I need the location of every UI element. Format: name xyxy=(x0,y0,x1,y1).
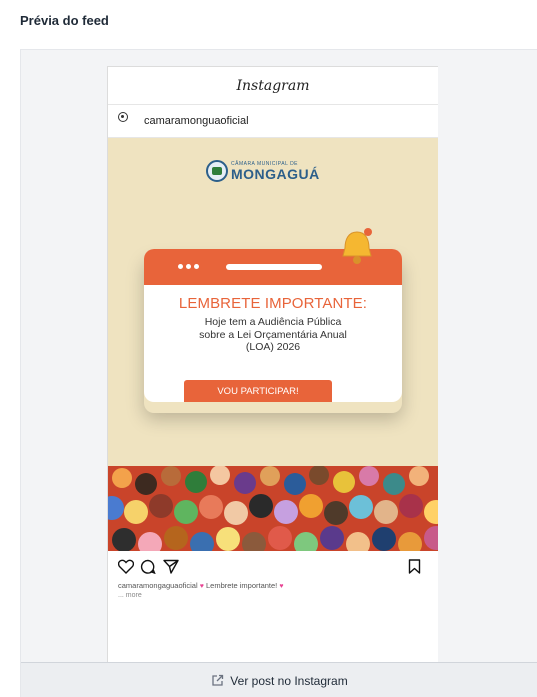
reminder-heading: LEMBRETE IMPORTANTE: xyxy=(178,295,368,312)
post-actions xyxy=(108,551,438,581)
logo-big-text: MONGAGUÁ xyxy=(231,165,320,182)
reminder-line-2: sobre a Lei Orçamentária Anual xyxy=(199,328,347,341)
instagram-header: Instagram xyxy=(108,67,438,105)
external-link-icon xyxy=(212,674,224,686)
dancers-emoji-icon: ♥ xyxy=(199,583,204,590)
section-title: Prévia do feed xyxy=(20,13,109,28)
dots-icon xyxy=(178,264,199,269)
camara-logo: CÂMARA MUNICIPAL DE MONGAGUÁ xyxy=(206,160,320,182)
feed-preview-page: Prévia do feed Instagram camaramonguaofi… xyxy=(0,0,537,697)
reminder-line-3: (LOA) 2026 xyxy=(245,341,301,354)
card-bar-pill xyxy=(226,264,322,270)
avatar-icon xyxy=(118,112,128,122)
bookmark-icon[interactable] xyxy=(408,559,421,574)
caption-more-link[interactable]: ... more xyxy=(108,592,438,599)
reminder-line-1: Hoje tem a Audiência Pública xyxy=(204,316,342,328)
crowd-illustration xyxy=(108,466,438,551)
post-caption: camaramongaguaoficial ♥ Lembrete importa… xyxy=(108,581,438,592)
participate-button: VOU PARTICIPAR! xyxy=(184,380,332,402)
post-image: CÂMARA MUNICIPAL DE MONGAGUÁ LEMBRETE IM… xyxy=(108,138,438,551)
caption-text: Lembrete importante! xyxy=(205,581,278,590)
dancers-emoji-icon: ♥ xyxy=(279,583,284,590)
view-on-instagram-label: Ver post no Instagram xyxy=(230,673,348,688)
view-on-instagram-link[interactable]: Ver post no Instagram xyxy=(21,662,537,697)
instagram-post-preview: Instagram camaramonguaoficial CÂMARA MUN… xyxy=(107,66,438,664)
comment-icon[interactable] xyxy=(140,559,156,574)
instagram-logo: Instagram xyxy=(236,77,310,94)
caption-username: camaramongaguaoficial xyxy=(118,581,198,590)
preview-panel: Instagram camaramonguaoficial CÂMARA MUN… xyxy=(20,49,537,697)
bell-icon xyxy=(342,228,372,264)
reminder-body: Hoje tem a Audiência Pública sobre a Lei… xyxy=(144,316,402,354)
seal-icon xyxy=(206,160,228,182)
post-username: camaramonguaoficial xyxy=(144,115,249,127)
like-heart-icon[interactable] xyxy=(118,559,134,574)
share-icon[interactable] xyxy=(163,559,179,574)
post-author-row: camaramonguaoficial xyxy=(108,105,438,138)
reminder-card: LEMBRETE IMPORTANTE: Hoje tem a Audiênci… xyxy=(144,249,402,402)
